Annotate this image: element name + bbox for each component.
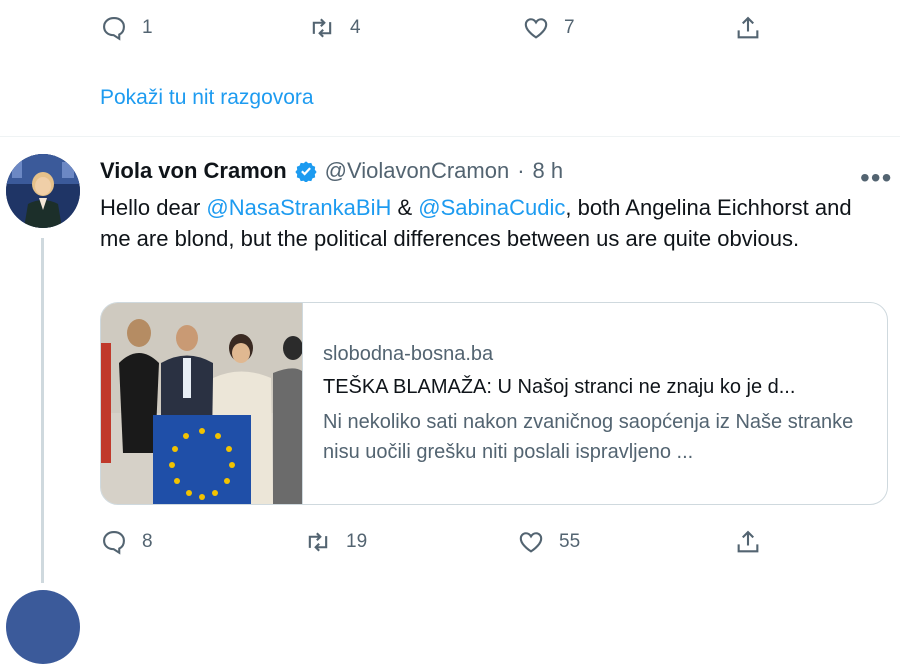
card-image xyxy=(101,303,302,504)
card-divider xyxy=(302,303,303,504)
like-count: 7 xyxy=(564,17,575,38)
card-title: TEŠKA BLAMAŽA: U Našoj stranci ne znaju … xyxy=(323,376,796,398)
heart-icon xyxy=(519,532,543,553)
retweet-icon xyxy=(308,532,328,552)
tweet-text-part: & xyxy=(391,195,419,220)
share-icon xyxy=(737,530,759,553)
heart-icon xyxy=(524,18,548,39)
share-action[interactable] xyxy=(734,14,762,42)
reply-icon xyxy=(103,531,125,555)
timestamp[interactable]: 8 h xyxy=(533,158,564,184)
mention-link[interactable]: @NasaStrankaBiH xyxy=(206,195,391,220)
link-card[interactable]: slobodna-bosna.ba TEŠKA BLAMAŽA: U Našoj… xyxy=(100,302,888,505)
reply-count: 1 xyxy=(142,17,153,38)
retweet-action[interactable]: 4 xyxy=(308,14,361,42)
tweet-text-part: Hello dear xyxy=(100,195,207,220)
retweet-action[interactable]: 19 xyxy=(304,528,367,556)
more-options-icon[interactable]: ••• xyxy=(860,162,892,194)
thread-line xyxy=(41,238,44,583)
card-body: slobodna-bosna.ba TEŠKA BLAMAŽA: U Našoj… xyxy=(323,343,873,467)
display-name[interactable]: Viola von Cramon xyxy=(100,158,287,184)
mention-link[interactable]: @SabinaCudic xyxy=(418,195,565,220)
avatar[interactable] xyxy=(6,154,80,228)
avatar-photo xyxy=(6,154,80,228)
show-thread-link[interactable]: Pokaži tu nit razgovora xyxy=(100,86,314,110)
share-icon xyxy=(737,16,759,39)
reply-action[interactable]: 1 xyxy=(100,14,153,42)
card-description: Ni nekoliko sati nakon zvaničnog saopćen… xyxy=(323,411,854,463)
like-count: 55 xyxy=(559,531,581,552)
card-domain: slobodna-bosna.ba xyxy=(323,343,494,365)
share-action[interactable] xyxy=(734,528,762,556)
verified-badge-icon xyxy=(295,161,317,182)
separator-dot: · xyxy=(517,158,525,183)
reply-icon xyxy=(103,17,125,41)
reply-count: 8 xyxy=(142,531,153,552)
tweet-header: Viola von Cramon @ViolavonCramon · 8 h xyxy=(100,158,563,184)
like-action[interactable]: 7 xyxy=(522,14,575,42)
retweet-count: 19 xyxy=(346,531,368,552)
like-action[interactable]: 55 xyxy=(517,528,580,556)
retweet-icon xyxy=(312,18,332,38)
retweet-count: 4 xyxy=(350,17,361,38)
handle[interactable]: @ViolavonCramon xyxy=(325,158,510,184)
tweet-text: Hello dear @NasaStrankaBiH & @SabinaCudi… xyxy=(100,192,860,254)
reply-action[interactable]: 8 xyxy=(100,528,153,556)
tweet-divider xyxy=(0,136,900,137)
next-tweet-avatar[interactable] xyxy=(6,590,80,664)
